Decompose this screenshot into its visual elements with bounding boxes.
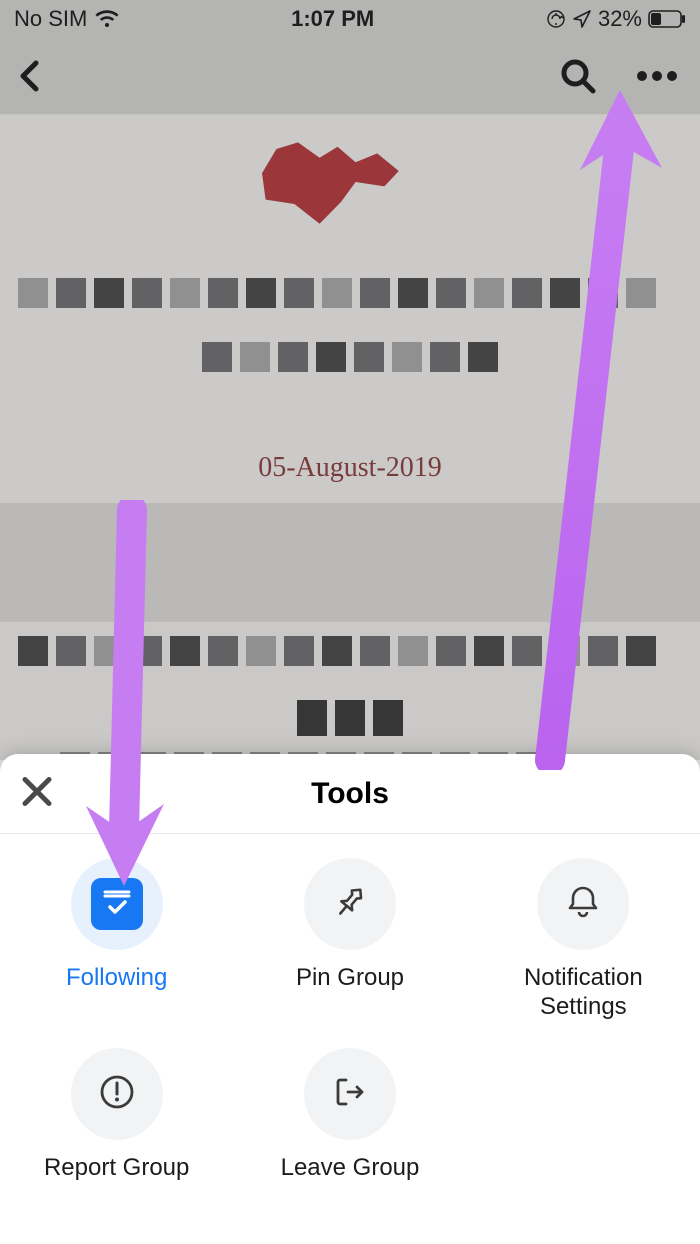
tool-label: Report Group — [44, 1154, 189, 1183]
tool-icon-circle — [304, 1048, 396, 1140]
following-icon — [91, 878, 143, 930]
tool-report-group[interactable]: Report Group — [0, 1048, 233, 1238]
close-button[interactable] — [20, 774, 54, 813]
tool-icon-circle — [71, 1048, 163, 1140]
battery-pct-text: 32% — [598, 6, 642, 32]
tool-label: Leave Group — [281, 1154, 420, 1183]
bell-icon — [561, 880, 605, 929]
tool-label: Notification Settings — [493, 964, 673, 1022]
tool-icon-circle — [71, 858, 163, 950]
pixelated-text — [18, 278, 682, 314]
tool-following[interactable]: Following — [0, 858, 233, 1048]
battery-icon — [648, 10, 686, 28]
alert-icon — [95, 1070, 139, 1119]
group-cover: 05-August-2019 — [0, 116, 700, 503]
more-button[interactable] — [636, 70, 678, 82]
tool-label: Following — [66, 964, 167, 993]
exit-icon — [328, 1070, 372, 1119]
cover-caption: 05-August-2019 — [0, 452, 700, 484]
tools-grid: Following Pin Group Notification Setting… — [0, 834, 700, 1238]
wifi-icon — [95, 9, 119, 29]
location-icon — [572, 9, 592, 29]
pixelated-text — [18, 636, 682, 672]
tools-sheet: Tools Following Pin Group — [0, 754, 700, 1244]
search-button[interactable] — [558, 56, 598, 96]
tool-pin-group[interactable]: Pin Group — [233, 858, 466, 1048]
pixelated-text — [140, 342, 560, 378]
carrier-text: No SIM — [14, 6, 87, 32]
tool-icon-circle — [537, 858, 629, 950]
rotation-lock-icon — [546, 9, 566, 29]
cover-graphic — [244, 138, 424, 248]
sheet-header: Tools — [0, 754, 700, 834]
back-button[interactable] — [12, 57, 50, 95]
pin-icon — [328, 880, 372, 929]
pixelated-text — [280, 700, 420, 736]
clock-text: 1:07 PM — [291, 6, 374, 32]
tool-notification-settings[interactable]: Notification Settings — [467, 858, 700, 1048]
sheet-title: Tools — [311, 777, 389, 811]
tool-leave-group[interactable]: Leave Group — [233, 1048, 466, 1238]
nav-bar — [0, 38, 700, 114]
status-bar: No SIM 1:07 PM 32% — [0, 0, 700, 38]
tool-label: Pin Group — [296, 964, 404, 993]
tool-icon-circle — [304, 858, 396, 950]
